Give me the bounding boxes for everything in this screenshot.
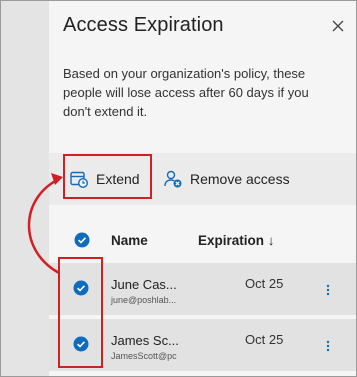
screenshot-frame: Access Expiration Based on your organiza… <box>0 0 357 377</box>
annotation-arrow <box>27 173 63 275</box>
